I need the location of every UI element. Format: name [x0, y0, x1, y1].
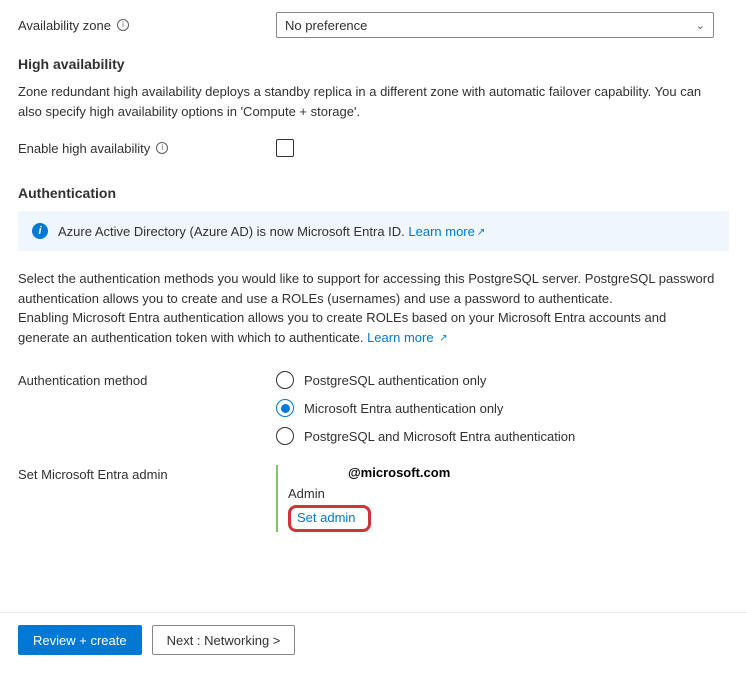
enable-ha-label: Enable high availability [18, 141, 150, 156]
auth-method-label: Authentication method [18, 371, 276, 388]
set-admin-highlight: Set admin [288, 505, 371, 532]
info-banner-text: Azure Active Directory (Azure AD) is now… [58, 224, 485, 239]
admin-block: @microsoft.com Admin Set admin [276, 465, 450, 532]
radio-button-icon [276, 371, 294, 389]
availability-zone-label: Availability zone [18, 18, 111, 33]
auth-method-radio-group: PostgreSQL authentication only Microsoft… [276, 371, 575, 445]
radio-label: PostgreSQL and Microsoft Entra authentic… [304, 429, 575, 444]
authentication-heading: Authentication [18, 185, 729, 201]
enable-ha-checkbox[interactable] [276, 139, 294, 157]
info-banner: i Azure Active Directory (Azure AD) is n… [18, 211, 729, 251]
admin-role: Admin [288, 486, 450, 501]
set-admin-label: Set Microsoft Entra admin [18, 465, 276, 482]
chevron-down-icon: ⌄ [696, 19, 705, 32]
radio-button-icon [276, 427, 294, 445]
auth-learn-more-link[interactable]: Learn more ↗ [367, 330, 448, 345]
radio-postgresql-and-entra[interactable]: PostgreSQL and Microsoft Entra authentic… [276, 427, 575, 445]
availability-zone-select[interactable]: No preference ⌄ [276, 12, 714, 38]
high-availability-heading: High availability [18, 56, 729, 72]
radio-label: PostgreSQL authentication only [304, 373, 486, 388]
availability-zone-value: No preference [285, 18, 367, 33]
next-networking-button[interactable]: Next : Networking > [152, 625, 296, 655]
external-link-icon: ↗ [477, 227, 485, 238]
info-icon[interactable]: i [117, 19, 129, 31]
radio-button-icon [276, 399, 294, 417]
info-banner-icon: i [32, 223, 48, 239]
radio-label: Microsoft Entra authentication only [304, 401, 503, 416]
radio-postgresql-only[interactable]: PostgreSQL authentication only [276, 371, 575, 389]
radio-entra-only[interactable]: Microsoft Entra authentication only [276, 399, 575, 417]
authentication-description: Select the authentication methods you wo… [18, 269, 718, 347]
high-availability-description: Zone redundant high availability deploys… [18, 82, 718, 121]
footer-bar: Review + create Next : Networking > [0, 612, 747, 673]
banner-learn-more-link[interactable]: Learn more↗ [408, 224, 485, 239]
admin-email: @microsoft.com [288, 465, 450, 480]
set-admin-link[interactable]: Set admin [297, 510, 356, 525]
info-icon[interactable]: i [156, 142, 168, 154]
external-link-icon: ↗ [439, 331, 447, 346]
review-create-button[interactable]: Review + create [18, 625, 142, 655]
